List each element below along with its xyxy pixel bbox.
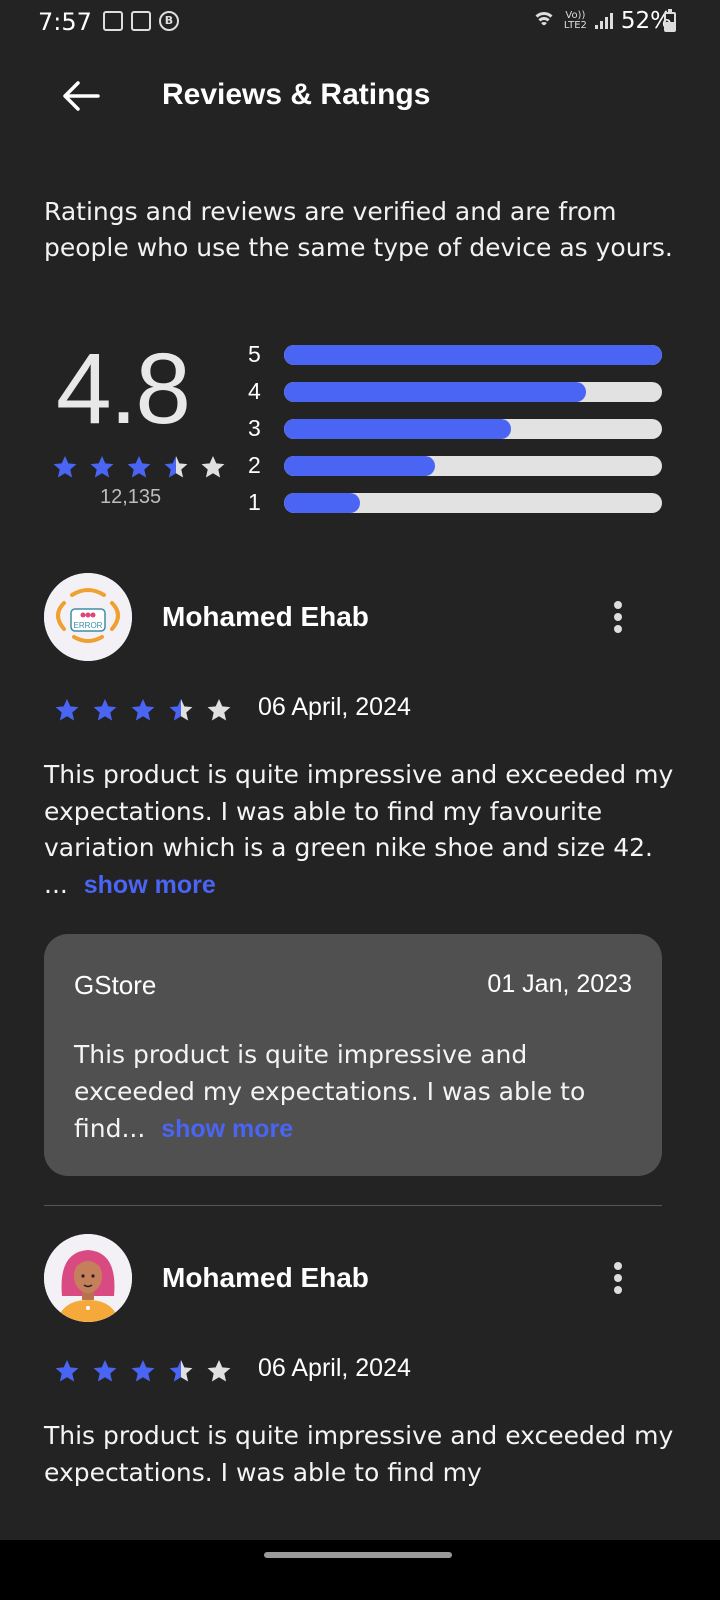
star-icon (131, 1359, 155, 1382)
star-icon (90, 455, 114, 478)
bar-label: 5 (248, 341, 261, 367)
bar-fill (284, 492, 360, 513)
star-icon (93, 1359, 117, 1382)
review-stars (54, 697, 232, 723)
volte-indicator: Vo)) LTE2 (564, 11, 587, 31)
review-date: 06 April, 2024 (258, 1354, 411, 1382)
signal-icon (594, 13, 613, 29)
star-icon (169, 698, 193, 721)
bar-row-1: 1 (248, 484, 662, 521)
star-icon (127, 455, 151, 478)
bar-label: 1 (248, 489, 261, 515)
reply-date: 01 Jan, 2023 (487, 970, 632, 998)
reply-text: This product is quite impressive and exc… (74, 1040, 586, 1143)
more-options-button[interactable] (612, 1262, 624, 1298)
error-avatar-icon: ERROR (44, 573, 132, 661)
review-body: This product is quite impressive and exc… (44, 757, 684, 903)
navigation-bar (0, 1540, 720, 1600)
wifi-icon (531, 12, 556, 30)
star-icon (131, 698, 155, 721)
star-icon (93, 698, 117, 721)
store-reply: GStore 01 Jan, 2023 This product is quit… (44, 934, 662, 1176)
rating-distribution: 5 4 3 2 1 (248, 336, 662, 521)
circle-b-icon: B (159, 11, 179, 31)
review-card: Mohamed Ehab 06 April, 2024 This product… (44, 1234, 673, 1534)
summary-stars (52, 454, 226, 480)
bar-label: 2 (248, 452, 261, 478)
bar-fill (284, 418, 511, 439)
bar-label: 3 (248, 415, 261, 441)
gallery-icon (131, 11, 151, 31)
bar-row-5: 5 (248, 336, 662, 373)
reviewer-name[interactable]: Mohamed Ehab (162, 601, 369, 633)
bar-fill (284, 344, 662, 365)
review-text: This product is quite impressive and exc… (44, 1421, 674, 1487)
star-icon (53, 455, 77, 478)
avatar[interactable]: ERROR (44, 573, 132, 661)
bar-track (284, 381, 662, 402)
reviewer-name[interactable]: Mohamed Ehab (162, 1262, 369, 1294)
divider (44, 1205, 662, 1206)
average-rating: 4.8 (56, 333, 191, 445)
bar-row-4: 4 (248, 373, 662, 410)
arrow-left-icon (63, 81, 100, 111)
review-card: ERROR Mohamed Ehab 06 April, 2024 This p… (44, 573, 673, 913)
bar-fill (284, 455, 436, 476)
star-icon (207, 698, 231, 721)
bar-fill (284, 381, 587, 402)
svg-text:ERROR: ERROR (74, 621, 103, 630)
review-date: 06 April, 2024 (258, 693, 411, 721)
status-bar: 7:57 B Vo)) LTE2 52% (0, 0, 720, 48)
outlook-icon (103, 11, 123, 31)
bar-row-2: 2 (248, 447, 662, 484)
lte-label: LTE2 (563, 20, 587, 31)
show-more-link[interactable]: show more (161, 1115, 293, 1143)
intro-text: Ratings and reviews are verified and are… (44, 197, 673, 262)
bar-row-3: 3 (248, 410, 662, 447)
status-time: 7:57 (38, 8, 92, 36)
woman-avatar-icon (44, 1234, 132, 1322)
star-icon (201, 455, 225, 478)
star-icon (164, 455, 188, 478)
system-icons: Vo)) LTE2 52% (531, 8, 672, 34)
bar-track (284, 492, 662, 513)
bar-label: 4 (248, 378, 261, 404)
avatar[interactable] (44, 1234, 132, 1322)
star-icon (55, 1359, 79, 1382)
rating-count: 12,135 (100, 486, 162, 508)
reply-store-name: GStore (74, 970, 157, 1000)
star-icon (55, 698, 79, 721)
review-body: This product is quite impressive and exc… (44, 1418, 684, 1491)
star-icon (207, 1359, 231, 1382)
battery-icon (664, 9, 676, 32)
reply-body: This product is quite impressive and exc… (74, 1036, 634, 1148)
review-stars (54, 1358, 232, 1384)
bar-track (284, 455, 662, 476)
star-icon (169, 1359, 193, 1382)
show-more-link[interactable]: show more (84, 871, 216, 899)
more-options-button[interactable] (612, 601, 624, 637)
notification-icons: B (103, 11, 179, 31)
back-button[interactable] (60, 78, 102, 114)
home-gesture-handle[interactable] (264, 1552, 452, 1558)
page-title: Reviews & Ratings (162, 78, 431, 111)
bar-track (284, 418, 662, 439)
bar-track (284, 344, 662, 365)
